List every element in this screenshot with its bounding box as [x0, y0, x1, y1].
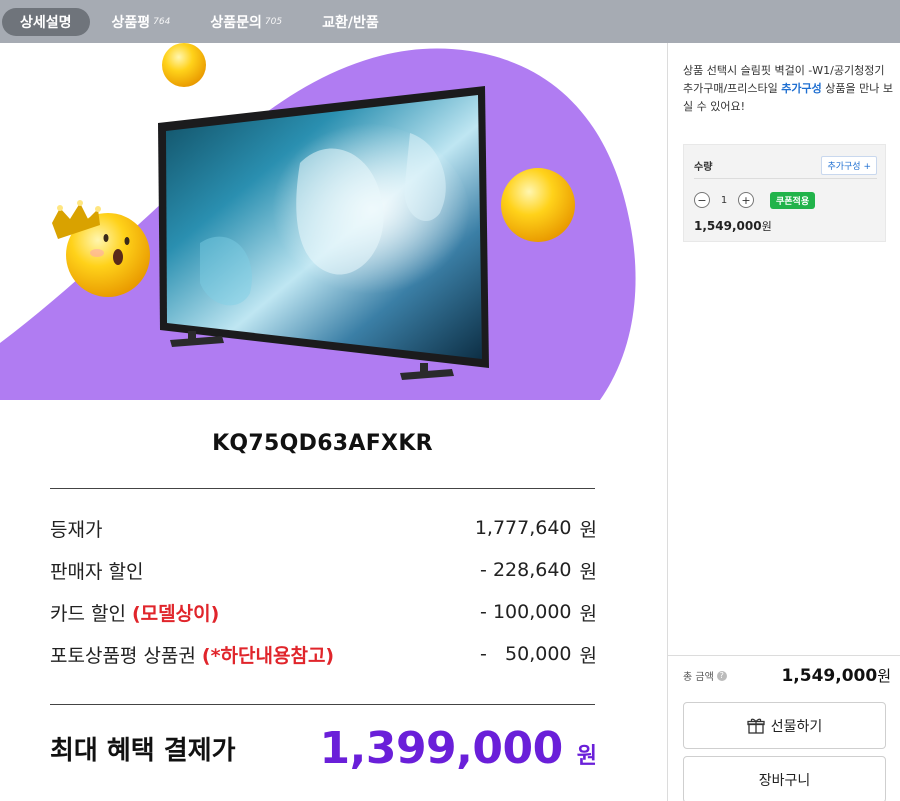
final-price-label: 최대 혜택 결제가 — [50, 736, 236, 766]
price-unit: 원 — [579, 560, 597, 583]
quantity-input[interactable]: 1 — [710, 195, 738, 206]
price-value: - 100,000 — [480, 601, 572, 623]
total-amount: 총 금액? 1,549,000원 — [683, 665, 891, 686]
price-row-list-price: 등재가 1,777,640 원 — [50, 507, 597, 549]
price-breakdown: 등재가 1,777,640 원 판매자 할인 - 228,640 원 카드 할인 (… — [50, 507, 597, 675]
quantity-stepper: − 1 + — [694, 192, 754, 208]
plus-icon[interactable]: + — [738, 192, 754, 208]
coupon-applied-badge[interactable]: 쿠폰적용 — [770, 192, 816, 209]
price-value: 1,777,640 — [474, 517, 572, 539]
final-price-value: 1,399,000 — [319, 723, 564, 774]
price-note: (*하단내용참고) — [201, 644, 335, 667]
price-label: 등재가 — [50, 518, 103, 541]
tab-inquiries[interactable]: 상품문의 705 — [192, 8, 300, 36]
divider — [50, 704, 595, 705]
product-model-name: KQ75QD63AFXKR — [212, 431, 433, 456]
gift-icon — [747, 718, 765, 734]
purchase-sidebar: 상품 선택시 슬림핏 벽걸이 -W1/공기청정기 추가구매/프리스타일 추가구성… — [668, 43, 900, 801]
tab-reviews[interactable]: 상품평 764 — [94, 8, 189, 36]
total-value: 1,549,000원 — [781, 666, 891, 686]
tab-exchange-return[interactable]: 교환/반품 — [304, 8, 397, 36]
price-unit: 원 — [579, 644, 597, 667]
price-label: 카드 할인 (모델상이) — [50, 602, 220, 625]
tab-count: 764 — [153, 16, 171, 27]
cart-button[interactable]: 장바구니 — [683, 756, 886, 801]
product-detail-content: KQ75QD63AFXKR 등재가 1,777,640 원 판매자 할인 - 22… — [0, 43, 667, 801]
final-price-unit: 원 — [576, 744, 597, 769]
yellow-ball-decoration — [501, 168, 575, 242]
info-icon[interactable]: ? — [716, 670, 727, 681]
product-hero-image — [0, 43, 667, 400]
price-note: (모델상이) — [132, 602, 220, 625]
max-benefit-price: 최대 혜택 결제가 1,399,000 원 — [50, 723, 597, 774]
cart-button-label: 장바구니 — [758, 772, 811, 789]
quantity-label: 수량 — [694, 162, 713, 173]
price-value: - 228,640 — [480, 559, 572, 581]
gift-button-label: 선물하기 — [770, 718, 823, 735]
option-notice: 상품 선택시 슬림핏 벽걸이 -W1/공기청정기 추가구매/프리스타일 추가구성… — [683, 64, 893, 113]
option-price: 1,549,000원 — [694, 219, 772, 233]
add-option-button[interactable]: 추가구성 + — [821, 156, 877, 175]
tab-bar: 상세설명 상품평 764 상품문의 705 교환/반품 — [0, 0, 900, 43]
tab-label: 상품평 — [111, 14, 151, 31]
price-unit: 원 — [579, 602, 597, 625]
gift-button[interactable]: 선물하기 — [683, 702, 886, 749]
tab-label: 상품문의 — [210, 14, 262, 31]
selected-option-box: 수량 추가구성 + − 1 + 쿠폰적용 1,549,000원 — [683, 144, 886, 242]
tab-detail[interactable]: 상세설명 — [2, 7, 90, 36]
minus-icon[interactable]: − — [694, 192, 710, 208]
divider — [668, 655, 900, 656]
yellow-ball-decoration — [162, 43, 206, 87]
tab-label: 교환/반품 — [322, 14, 379, 31]
price-row-card-discount: 카드 할인 (모델상이) - 100,000 원 — [50, 591, 597, 633]
tab-count: 705 — [264, 16, 283, 27]
additional-option-link[interactable]: 추가구성 — [781, 82, 821, 95]
price-unit: 원 — [579, 518, 597, 541]
price-label: 포토상품평 상품권 (*하단내용참고) — [50, 644, 335, 667]
crown-ball-character — [52, 200, 150, 297]
price-row-photo-review-voucher: 포토상품평 상품권 (*하단내용참고) - 50,000 원 — [50, 633, 597, 675]
price-value: - 50,000 — [480, 643, 572, 665]
divider — [50, 488, 595, 489]
tab-label: 상세설명 — [20, 14, 72, 31]
price-row-seller-discount: 판매자 할인 - 228,640 원 — [50, 549, 597, 591]
price-label: 판매자 할인 — [50, 560, 144, 583]
total-label: 총 금액 — [683, 672, 714, 683]
